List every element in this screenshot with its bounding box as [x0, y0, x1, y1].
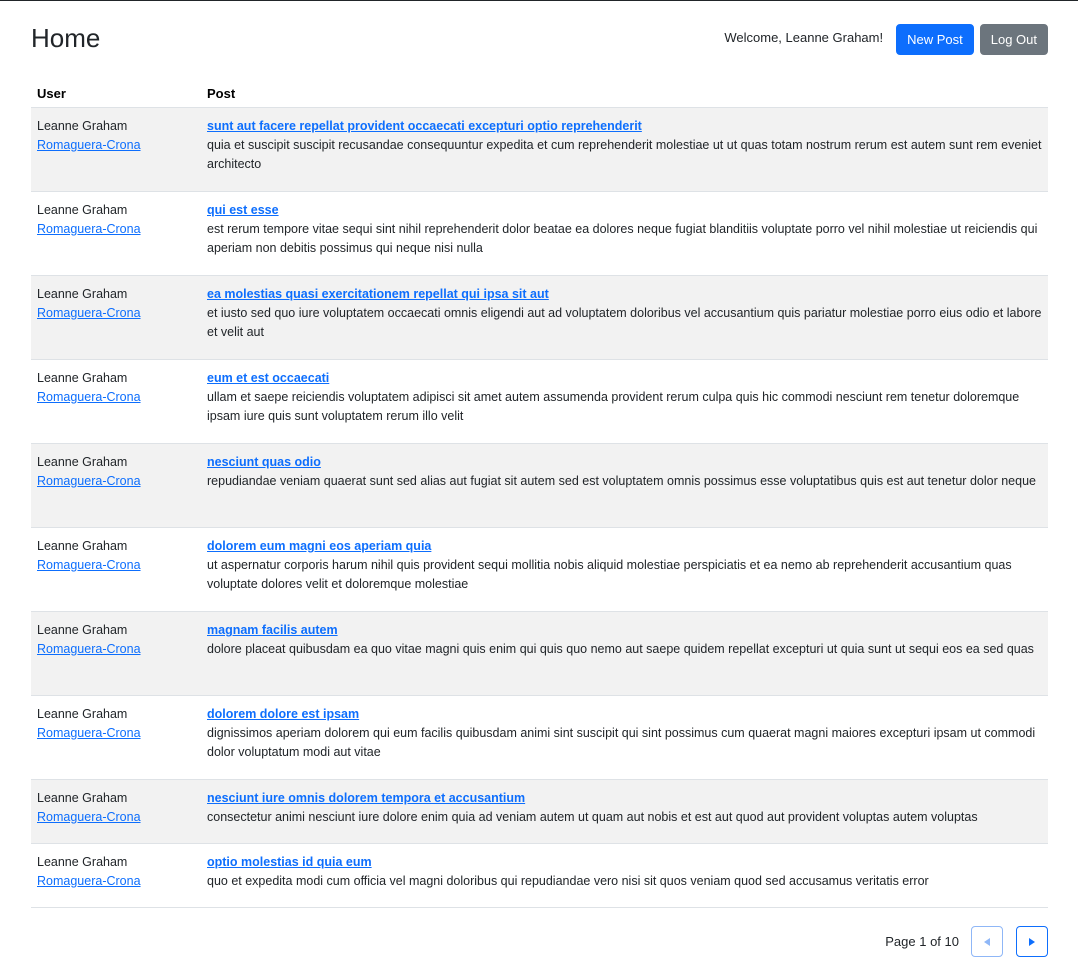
company-link[interactable]: Romaguera-Crona — [37, 472, 195, 491]
column-header-user: User — [31, 81, 201, 108]
user-cell: Leanne Graham Romaguera-Crona — [31, 107, 201, 192]
user-name: Leanne Graham — [37, 119, 128, 133]
post-cell: magnam facilis autem dolore placeat quib… — [201, 611, 1048, 696]
post-body: dignissimos aperiam dolorem qui eum faci… — [207, 726, 1036, 759]
user-name: Leanne Graham — [37, 287, 128, 301]
post-cell: qui est esse est rerum tempore vitae seq… — [201, 191, 1048, 276]
user-name: Leanne Graham — [37, 855, 128, 869]
user-cell: Leanne Graham Romaguera-Crona — [31, 695, 201, 780]
user-name: Leanne Graham — [37, 707, 128, 721]
post-title-link[interactable]: eum et est occaecati — [207, 369, 1042, 388]
post-body: ut aspernatur corporis harum nihil quis … — [207, 558, 1012, 591]
user-cell: Leanne Graham Romaguera-Crona — [31, 843, 201, 908]
post-cell: dolorem dolore est ipsam dignissimos ape… — [201, 695, 1048, 780]
triangle-right-icon — [1029, 937, 1035, 946]
new-post-button[interactable]: New Post — [896, 23, 974, 55]
company-link[interactable]: Romaguera-Crona — [37, 388, 195, 407]
table-row: Leanne Graham Romaguera-Crona optio mole… — [31, 843, 1048, 908]
post-cell: nesciunt iure omnis dolorem tempora et a… — [201, 779, 1048, 844]
table-row: Leanne Graham Romaguera-Crona sunt aut f… — [31, 107, 1048, 192]
table-row: Leanne Graham Romaguera-Crona eum et est… — [31, 359, 1048, 444]
table-row: Leanne Graham Romaguera-Crona magnam fac… — [31, 611, 1048, 696]
company-link[interactable]: Romaguera-Crona — [37, 136, 195, 155]
company-link[interactable]: Romaguera-Crona — [37, 220, 195, 239]
table-row: Leanne Graham Romaguera-Crona ea molesti… — [31, 275, 1048, 360]
user-cell: Leanne Graham Romaguera-Crona — [31, 359, 201, 444]
post-body: ullam et saepe reiciendis voluptatem adi… — [207, 390, 1020, 423]
company-link[interactable]: Romaguera-Crona — [37, 808, 195, 827]
user-cell: Leanne Graham Romaguera-Crona — [31, 443, 201, 528]
post-title-link[interactable]: dolorem dolore est ipsam — [207, 705, 1042, 724]
post-cell: dolorem eum magni eos aperiam quia ut as… — [201, 527, 1048, 612]
post-body: et iusto sed quo iure voluptatem occaeca… — [207, 306, 1042, 339]
company-link[interactable]: Romaguera-Crona — [37, 304, 195, 323]
page-title: Home — [31, 23, 101, 53]
user-cell: Leanne Graham Romaguera-Crona — [31, 191, 201, 276]
post-body: est rerum tempore vitae sequi sint nihil… — [207, 222, 1038, 255]
company-link[interactable]: Romaguera-Crona — [37, 724, 195, 743]
post-title-link[interactable]: optio molestias id quia eum — [207, 853, 1042, 872]
company-link[interactable]: Romaguera-Crona — [37, 556, 195, 575]
post-body: quo et expedita modi cum officia vel mag… — [207, 874, 929, 888]
post-cell: sunt aut facere repellat provident occae… — [201, 107, 1048, 192]
page-info: Page 1 of 10 — [885, 934, 959, 949]
post-title-link[interactable]: nesciunt quas odio — [207, 453, 1042, 472]
post-cell: optio molestias id quia eum quo et exped… — [201, 843, 1048, 908]
post-body: repudiandae veniam quaerat sunt sed alia… — [207, 474, 1036, 488]
header-actions: Welcome, Leanne Graham! New Post Log Out — [724, 23, 1048, 55]
table-row: Leanne Graham Romaguera-Crona dolorem do… — [31, 695, 1048, 780]
user-name: Leanne Graham — [37, 371, 128, 385]
user-name: Leanne Graham — [37, 539, 128, 553]
post-body: consectetur animi nesciunt iure dolore e… — [207, 810, 978, 824]
post-cell: nesciunt quas odio repudiandae veniam qu… — [201, 443, 1048, 528]
post-cell: ea molestias quasi exercitationem repell… — [201, 275, 1048, 360]
table-header-row: User Post — [31, 81, 1048, 108]
page: Home Welcome, Leanne Graham! New Post Lo… — [0, 0, 1078, 962]
pagination: Page 1 of 10 — [885, 926, 1048, 957]
post-cell: eum et est occaecati ullam et saepe reic… — [201, 359, 1048, 444]
table-row: Leanne Graham Romaguera-Crona nesciunt q… — [31, 443, 1048, 528]
table-row: Leanne Graham Romaguera-Crona qui est es… — [31, 191, 1048, 276]
previous-page-button[interactable] — [971, 926, 1003, 957]
user-name: Leanne Graham — [37, 455, 128, 469]
triangle-left-icon — [984, 937, 990, 946]
post-title-link[interactable]: dolorem eum magni eos aperiam quia — [207, 537, 1042, 556]
posts-table: User Post Leanne Graham Romaguera-Crona … — [31, 81, 1048, 908]
user-name: Leanne Graham — [37, 623, 128, 637]
log-out-button[interactable]: Log Out — [979, 23, 1048, 55]
welcome-message: Welcome, Leanne Graham! — [724, 30, 884, 45]
header: Home Welcome, Leanne Graham! New Post Lo… — [31, 23, 1048, 55]
column-header-post: Post — [201, 81, 1048, 108]
company-link[interactable]: Romaguera-Crona — [37, 640, 195, 659]
post-title-link[interactable]: sunt aut facere repellat provident occae… — [207, 117, 1042, 136]
user-cell: Leanne Graham Romaguera-Crona — [31, 779, 201, 844]
user-cell: Leanne Graham Romaguera-Crona — [31, 611, 201, 696]
post-title-link[interactable]: qui est esse — [207, 201, 1042, 220]
post-title-link[interactable]: nesciunt iure omnis dolorem tempora et a… — [207, 789, 1042, 808]
user-cell: Leanne Graham Romaguera-Crona — [31, 275, 201, 360]
user-name: Leanne Graham — [37, 203, 128, 217]
post-title-link[interactable]: magnam facilis autem — [207, 621, 1042, 640]
company-link[interactable]: Romaguera-Crona — [37, 872, 195, 891]
table-row: Leanne Graham Romaguera-Crona dolorem eu… — [31, 527, 1048, 612]
post-body: quia et suscipit suscipit recusandae con… — [207, 138, 1042, 171]
user-name: Leanne Graham — [37, 791, 128, 805]
post-title-link[interactable]: ea molestias quasi exercitationem repell… — [207, 285, 1042, 304]
post-body: dolore placeat quibusdam ea quo vitae ma… — [207, 642, 1034, 656]
table-row: Leanne Graham Romaguera-Crona nesciunt i… — [31, 779, 1048, 844]
user-cell: Leanne Graham Romaguera-Crona — [31, 527, 201, 612]
next-page-button[interactable] — [1016, 926, 1048, 957]
